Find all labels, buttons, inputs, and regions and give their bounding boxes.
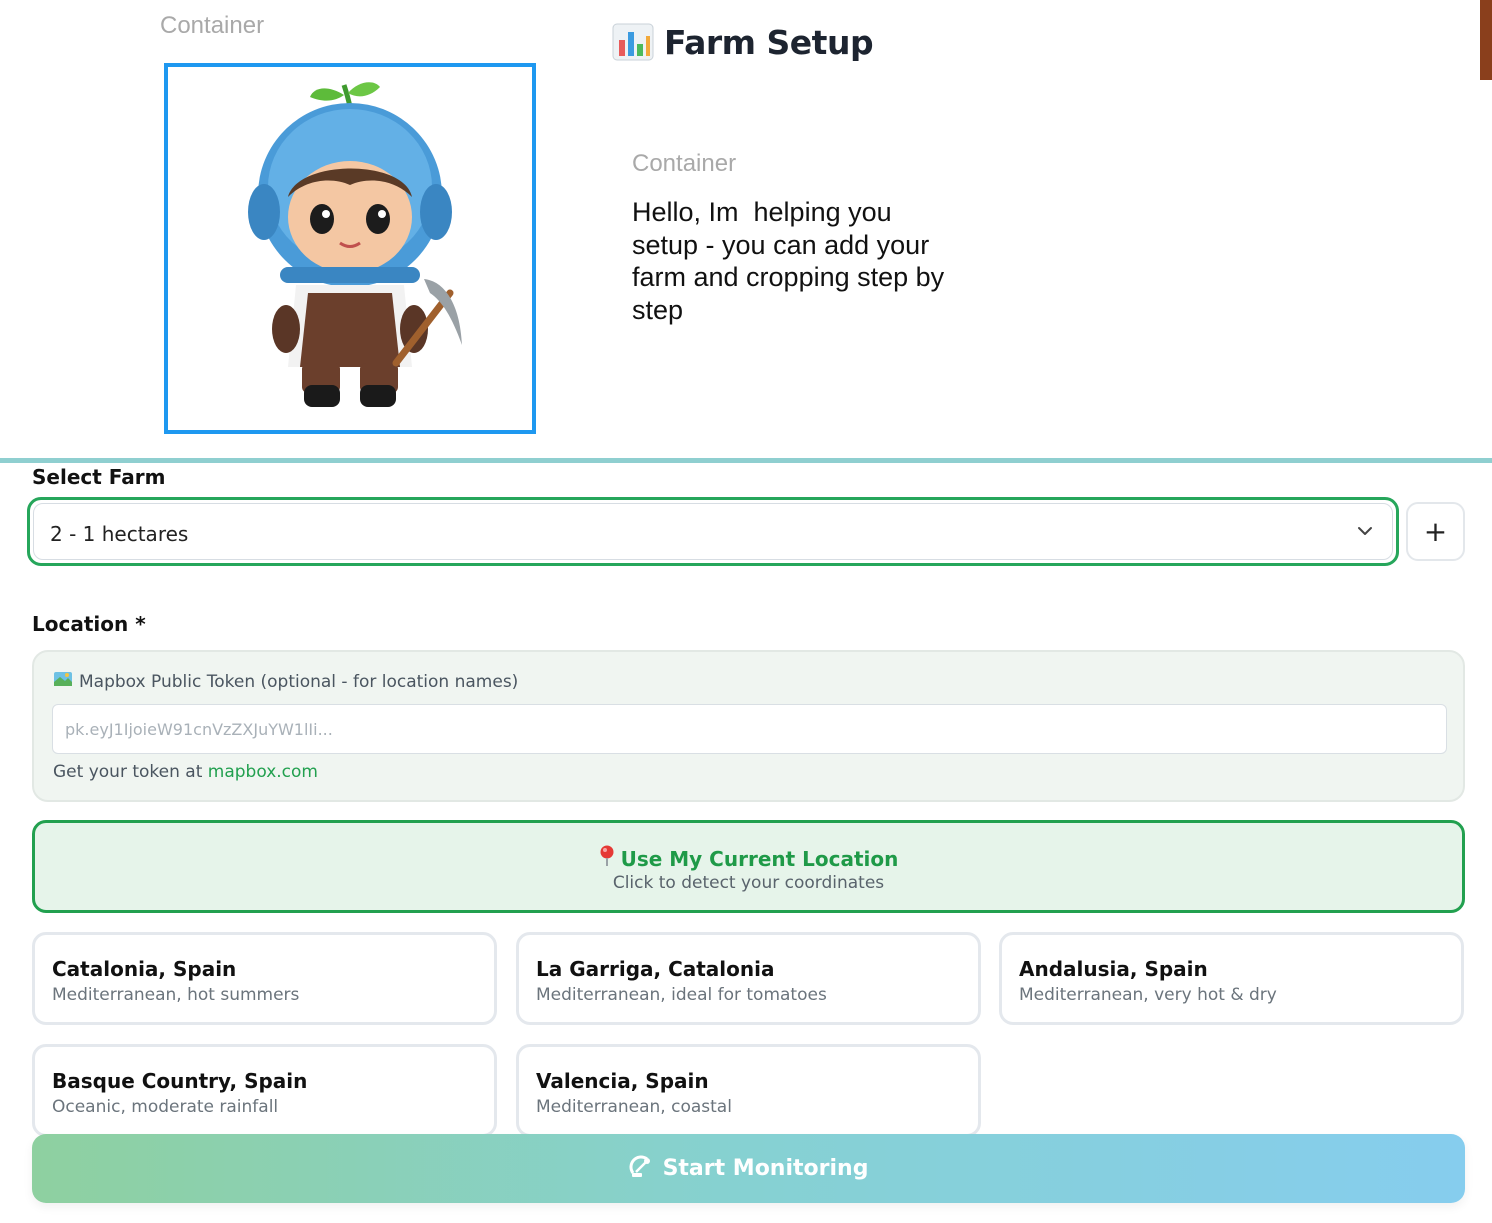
map-icon [53,670,73,693]
mapbox-link[interactable]: mapbox.com [208,762,318,782]
mapbox-token-panel: Mapbox Public Token (optional - for loca… [32,650,1465,802]
location-preset-desc: Oceanic, moderate rainfall [52,1097,279,1117]
select-farm-label: Select Farm [32,465,166,489]
location-preset-name: Catalonia, Spain [52,957,237,981]
location-preset-card[interactable]: Basque Country, Spain Oceanic, moderate … [32,1044,497,1137]
current-location-title: Use My Current Location [35,845,1462,872]
mapbox-token-help: Get your token at mapbox.com [53,762,318,782]
token-help-text: Get your token at [53,762,208,782]
use-current-location-button[interactable]: Use My Current Location Click to detect … [32,820,1465,913]
page-title-text: Farm Setup [664,22,874,62]
section-divider [0,458,1492,463]
farm-select[interactable]: 2 - 1 hectares [27,497,1399,566]
location-preset-desc: Mediterranean, hot summers [52,985,300,1005]
current-location-subtitle: Click to detect your coordinates [612,873,885,893]
farmer-mascot-icon [248,82,462,407]
start-monitoring-label: Start Monitoring [662,1156,869,1181]
location-preset-desc: Mediterranean, very hot & dry [1019,985,1277,1005]
avatar [164,63,536,434]
location-preset-card[interactable]: La Garriga, Catalonia Mediterranean, ide… [516,932,981,1025]
location-preset-desc: Mediterranean, coastal [536,1097,732,1117]
bar-chart-icon [612,22,654,62]
scroll-thumb[interactable] [1480,0,1492,80]
container-label: Container [160,12,265,39]
location-preset-name: Basque Country, Spain [52,1069,308,1093]
satellite-icon [629,1153,655,1185]
location-preset-name: La Garriga, Catalonia [536,957,775,981]
location-preset-card[interactable]: Catalonia, Spain Mediterranean, hot summ… [32,932,497,1025]
location-preset-name: Valencia, Spain [536,1069,709,1093]
current-location-title-text: Use My Current Location [620,846,899,871]
mapbox-token-label: Mapbox Public Token (optional - for loca… [53,670,518,693]
add-farm-button[interactable]: + [1406,502,1465,561]
location-preset-desc: Mediterranean, ideal for tomatoes [536,985,827,1005]
start-monitoring-button[interactable]: Start Monitoring [32,1134,1465,1203]
mapbox-token-input[interactable] [52,704,1447,754]
page-title: Farm Setup [612,22,874,62]
farm-select-value: 2 - 1 hectares [50,522,189,546]
location-preset-name: Andalusia, Spain [1019,957,1208,981]
location-label: Location * [32,612,146,636]
pin-icon [599,845,615,872]
chevron-down-icon [1356,522,1374,544]
container-label: Container [632,150,737,177]
location-preset-card[interactable]: Valencia, Spain Mediterranean, coastal [516,1044,981,1137]
location-preset-card[interactable]: Andalusia, Spain Mediterranean, very hot… [999,932,1464,1025]
mapbox-token-label-text: Mapbox Public Token (optional - for loca… [79,671,519,692]
assistant-greeting: Hello, Im helping you setup - you can ad… [632,197,945,325]
